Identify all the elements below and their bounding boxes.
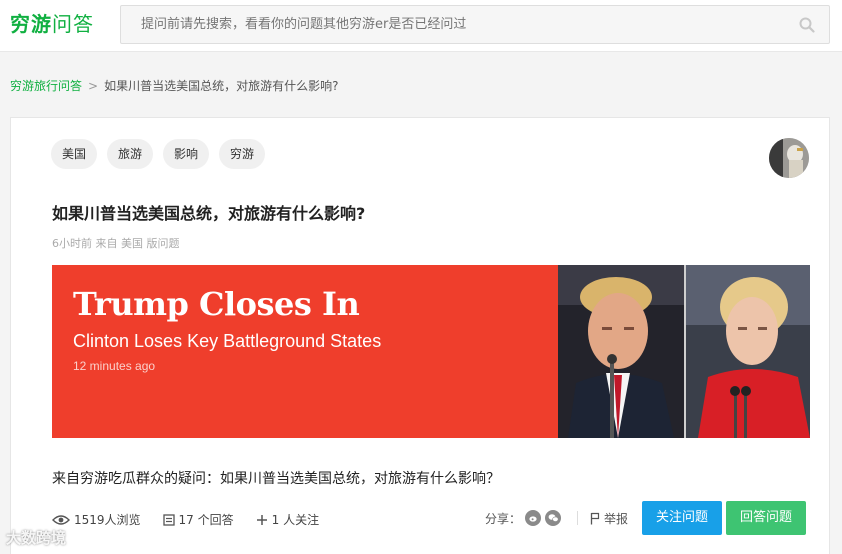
banner-subhead: Clinton Loses Key Battleground States [73,331,382,351]
tag-item[interactable]: 旅游 [107,139,154,169]
breadcrumb-current: 如果川普当选美国总统，对旅游有什么影响? [104,79,339,93]
search-input[interactable] [121,6,829,43]
followers-stat: 1 人关注 [256,511,319,528]
banner-headline: Trump Closes In [73,285,360,323]
question-title: 如果川普当选美国总统，对旅游有什么影响? [52,204,366,223]
weibo-icon[interactable] [525,510,542,526]
breadcrumb-home-link[interactable]: 穷游旅行问答 [10,79,82,93]
report-label: 举报 [604,511,629,526]
eye-icon [52,514,70,525]
tag-item[interactable]: 穷游 [219,139,266,169]
candidates-photo [558,265,810,438]
search-icon[interactable] [799,17,815,33]
wechat-icon[interactable] [545,510,562,526]
views-count: 1519人浏览 [74,513,141,527]
answer-question-button[interactable]: 回答问题 [726,501,807,535]
banner-time: 12 minutes ago [73,359,156,373]
followers-count: 1 人关注 [271,513,320,527]
avatar[interactable] [769,138,809,178]
question-stats: 1519人浏览 17 个回答 1 人关注 [52,511,319,528]
logo-sub: 问答 [52,12,94,36]
plus-icon [256,514,267,525]
question-meta: 6小时前 来自 美国 版问题 [52,237,180,250]
tag-list: 美国 旅游 影响 穷游 [51,139,266,169]
answers-stat[interactable]: 17 个回答 [162,511,234,528]
question-description: 来自穷游吃瓜群众的疑问：如果川普当选美国总统，对旅游有什么影响？ [52,471,500,487]
watermark-text: 大数跨境 [6,529,67,547]
breadcrumb-separator: > [88,79,99,93]
follow-question-button[interactable]: 关注问题 [642,501,723,535]
views-stat: 1519人浏览 [52,511,141,528]
share-label: 分享： [485,511,522,526]
flag-icon [590,512,600,524]
search-box [120,5,830,44]
question-card: 美国 旅游 影响 穷游 如果川普当选美国总统，对旅游有什么影响? 6小时前 来自… [10,117,830,554]
top-header: 穷游问答 [0,0,842,52]
tag-item[interactable]: 影响 [163,139,210,169]
answers-count: 17 个回答 [178,513,234,527]
site-logo[interactable]: 穷游问答 [10,10,94,38]
actions-divider [577,511,579,525]
watermark: 大数跨境 [6,527,66,548]
tag-item[interactable]: 美国 [51,139,98,169]
logo-brand: 穷游 [10,12,52,36]
report-link[interactable]: 举报 [590,510,628,527]
answers-icon [162,513,175,526]
breadcrumb: 穷游旅行问答 > 如果川普当选美国总统，对旅游有什么影响? [10,78,338,94]
question-banner-image: Trump Closes In Clinton Loses Key Battle… [52,265,810,438]
question-actions: 分享： 举报 关注问题 回答问题 [485,501,807,535]
share-group: 分享： [485,510,562,527]
